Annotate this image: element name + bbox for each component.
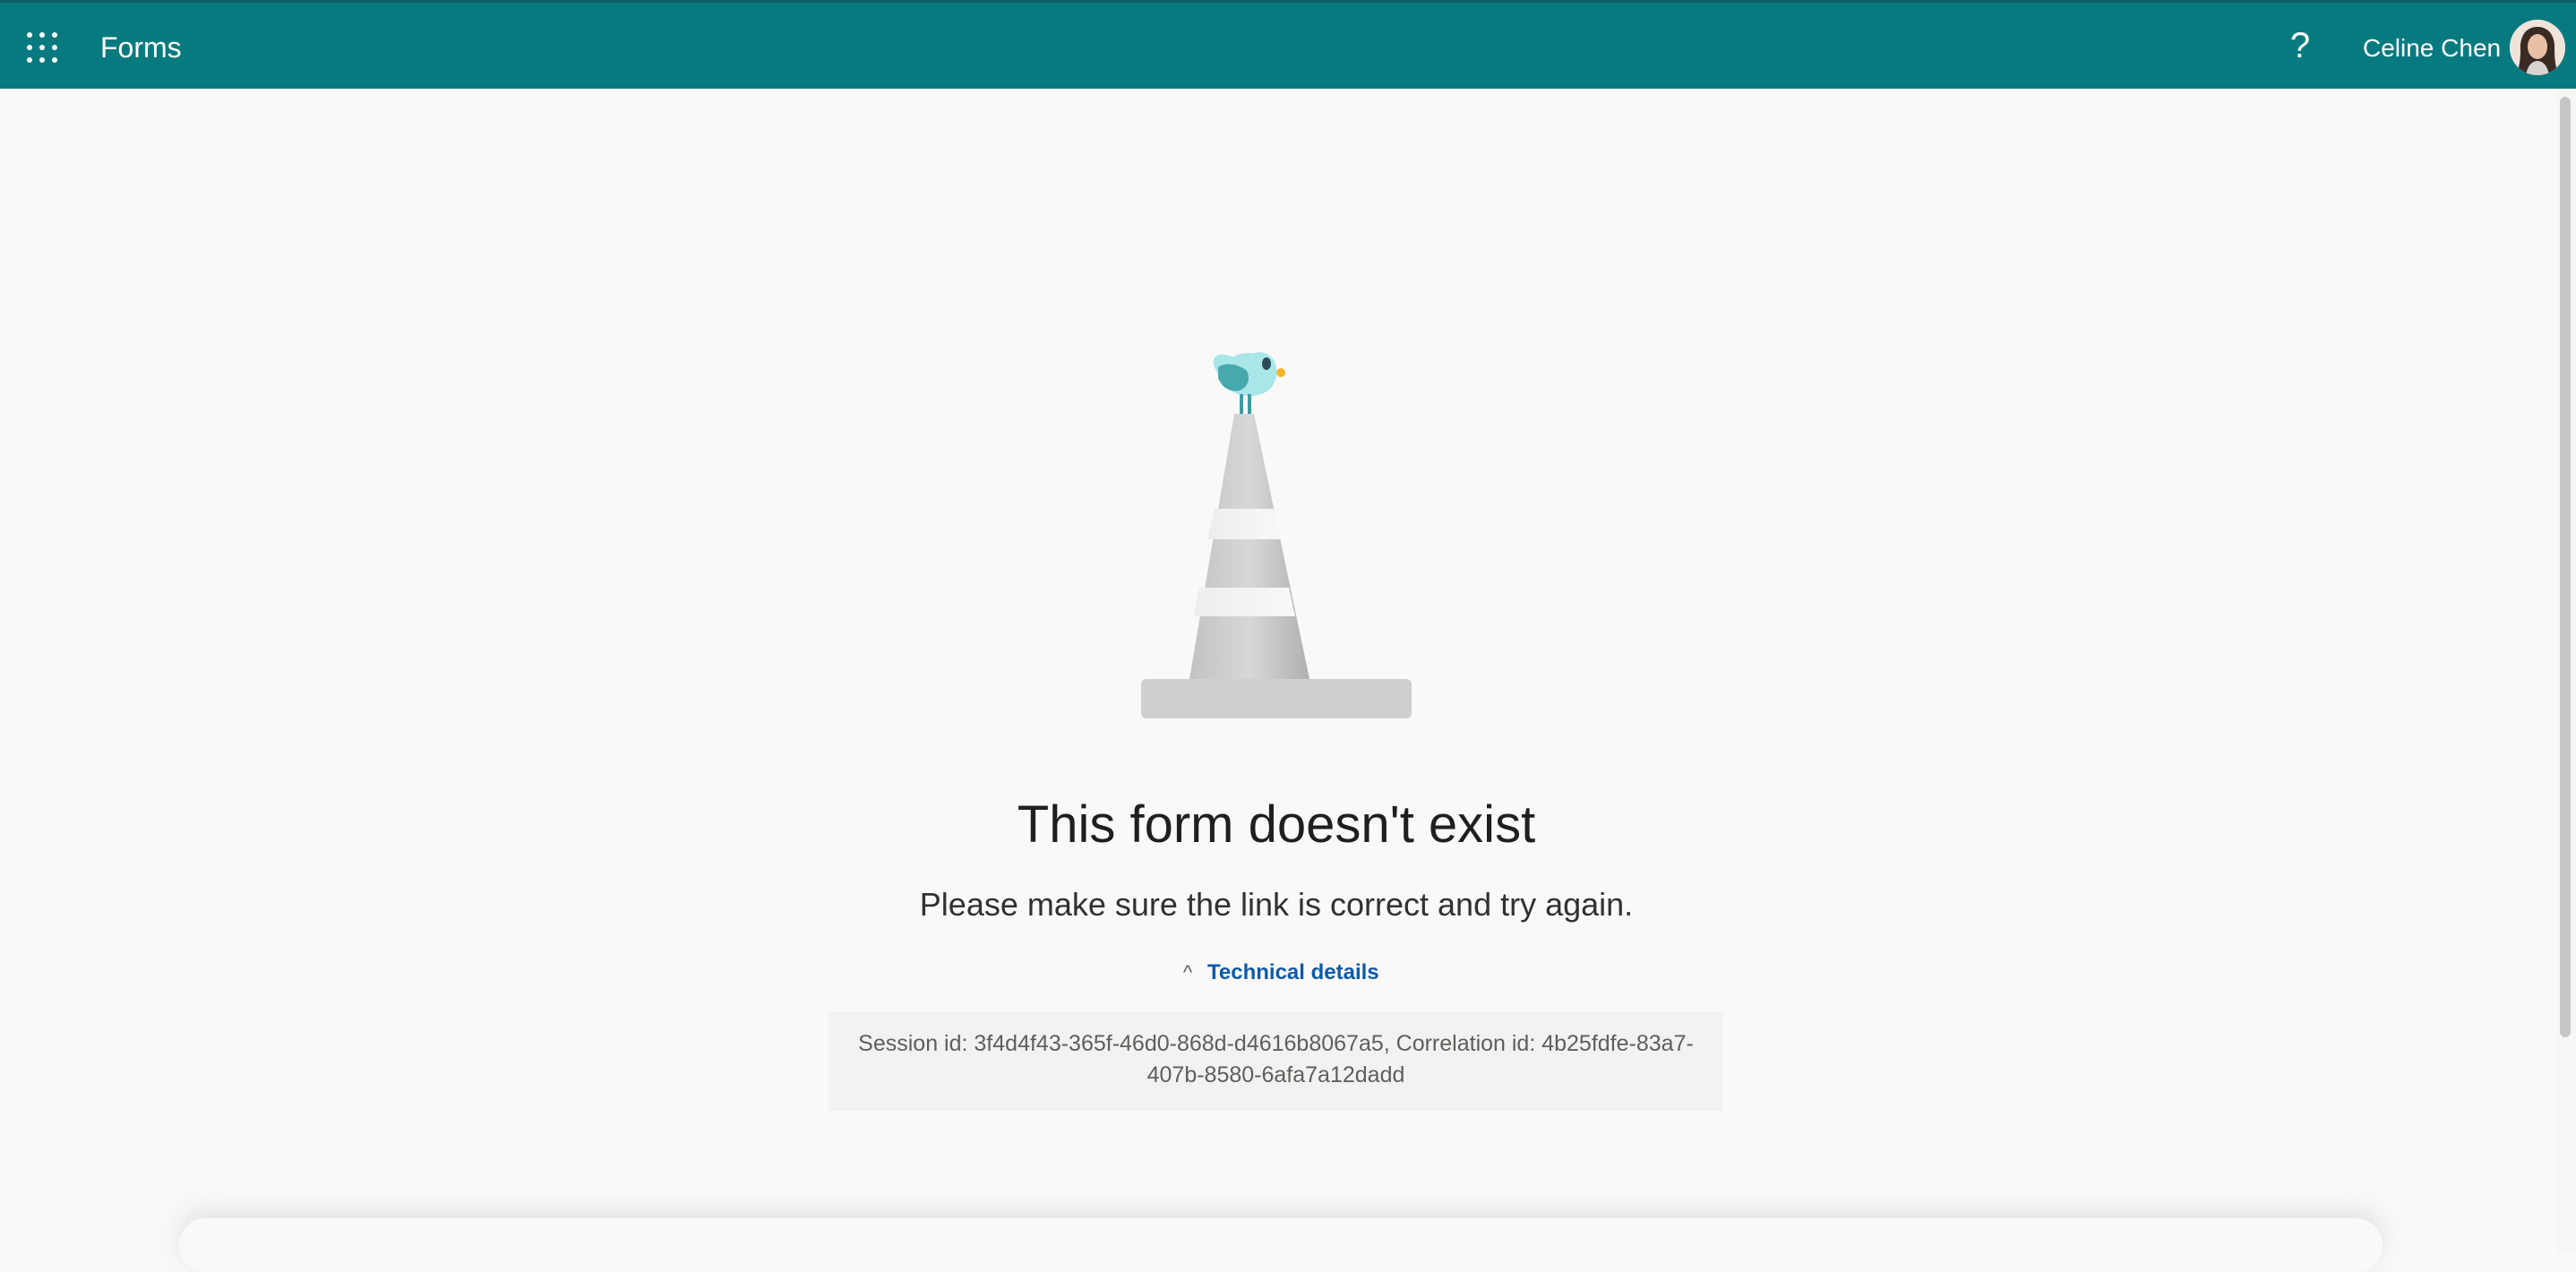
chevron-up-icon: ^	[1182, 961, 1193, 984]
user-name[interactable]: Celine Chen	[2363, 31, 2501, 65]
bottom-panel	[179, 1218, 2383, 1272]
error-headline: This form doesn't exist	[1017, 795, 1536, 854]
traffic-cone-bird-icon	[1141, 352, 1412, 718]
technical-details-toggle[interactable]: ^ Technical details	[1179, 958, 1379, 988]
scrollbar-thumb[interactable]	[2560, 97, 2571, 1037]
avatar-photo-icon	[2510, 20, 2565, 75]
app-title[interactable]: Forms	[100, 30, 182, 65]
technical-details-label[interactable]: Technical details	[1207, 958, 1379, 988]
error-subtitle: Please make sure the link is correct and…	[919, 886, 1634, 923]
top-app-bar: Forms ? Celine Chen	[0, 0, 2576, 89]
avatar[interactable]	[2510, 20, 2565, 75]
app-launcher-waffle-icon[interactable]	[27, 32, 57, 63]
technical-details-box: Session id: 3f4d4f43-365f-46d0-868d-d461…	[829, 1012, 1723, 1111]
help-icon[interactable]: ?	[2282, 24, 2318, 67]
